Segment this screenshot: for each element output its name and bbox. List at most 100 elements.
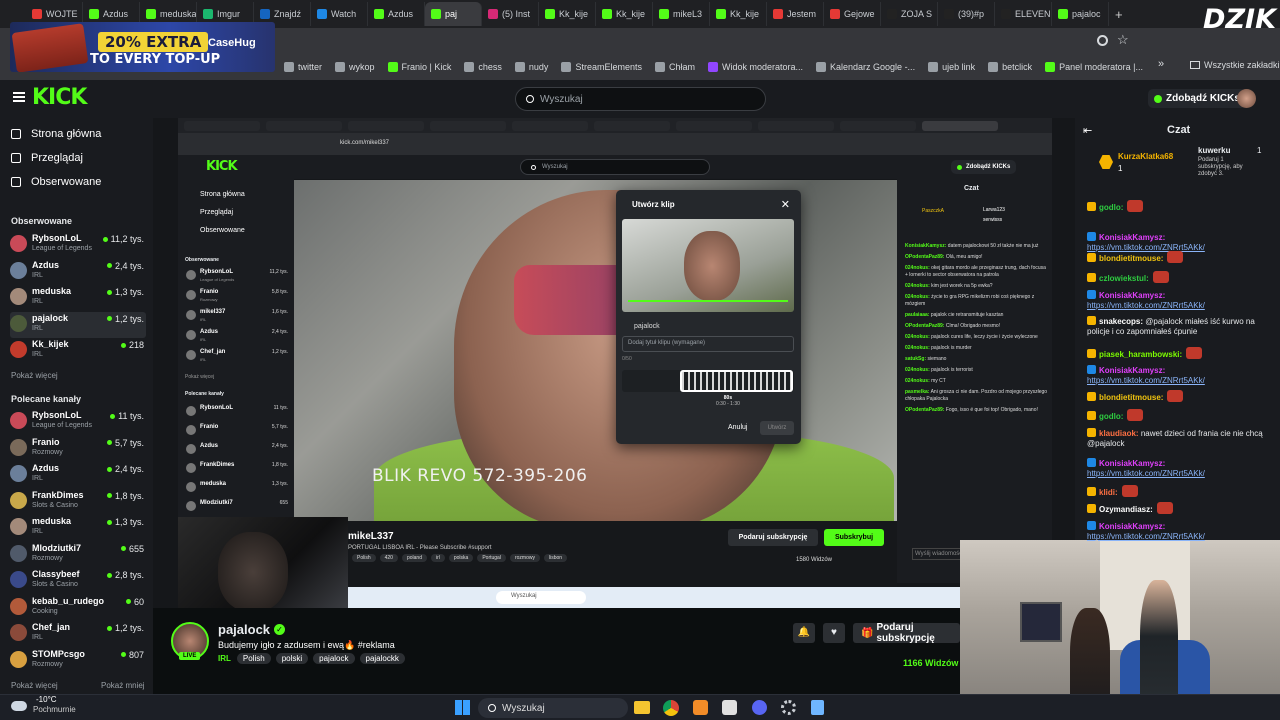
show-less-link[interactable]: Pokaż mniej (101, 681, 145, 690)
browser-tab[interactable]: Kk_kije (539, 2, 596, 26)
channel-item[interactable]: STOMPcsgo Rozmowy 807 (10, 648, 146, 674)
discord-icon[interactable] (752, 700, 767, 715)
star-bookmark-icon[interactable]: ☆ (1117, 32, 1129, 48)
follow-heart-button[interactable]: ♥ (823, 623, 845, 643)
chat-username[interactable]: blondietitmouse: (1099, 254, 1163, 263)
channel-item[interactable]: pajalock IRL 1,2 tys. (10, 311, 146, 338)
clip-preview[interactable] (622, 219, 794, 312)
weather-temp[interactable]: -10°C (36, 695, 57, 704)
chrome-icon[interactable] (663, 700, 679, 716)
bookmark-item[interactable]: Chłam (654, 62, 695, 72)
browser-tab[interactable]: Kk_kije (710, 2, 767, 26)
collapse-chat-icon[interactable]: ⇤ (1083, 124, 1092, 137)
chat-username[interactable]: godlo: (1099, 412, 1123, 421)
stream-tag[interactable]: pajalock (313, 653, 355, 664)
app-icon[interactable] (693, 700, 708, 715)
stream-tag[interactable]: pajalockk (359, 653, 405, 664)
channel-item[interactable]: Azdus IRL 2,4 tys. (10, 462, 146, 488)
close-icon[interactable]: ✕ (781, 198, 790, 211)
bookmark-item[interactable]: StreamElements (561, 62, 642, 72)
avatar[interactable] (1237, 89, 1256, 108)
browser-tab[interactable]: mikeL3 (653, 2, 710, 26)
clip-range-selector[interactable] (680, 370, 793, 392)
chat-link[interactable]: https://vm.tiktok.com/ZNRrt5AKk/ (1087, 532, 1205, 541)
all-bookmarks[interactable]: Wszystkie zakładki (1190, 60, 1280, 70)
new-tab-icon[interactable]: + (1115, 7, 1123, 22)
search-input[interactable]: Wyszukaj (515, 87, 766, 111)
chat-username[interactable]: snakecops: (1099, 317, 1143, 326)
show-more-link[interactable]: Pokaż więcej (11, 371, 58, 380)
channel-item[interactable]: meduska IRL 1,3 tys. (10, 285, 146, 311)
chat-link[interactable]: https://vm.tiktok.com/ZNRrt5AKk/ (1087, 376, 1205, 385)
chat-username[interactable]: Ozymandiasz: (1099, 505, 1153, 514)
chat-link[interactable]: https://vm.tiktok.com/ZNRrt5AKk/ (1087, 469, 1205, 478)
browser-tab[interactable]: ZOJA S (881, 2, 938, 26)
bookmarks-overflow-icon[interactable]: » (1158, 58, 1164, 70)
bookmark-item[interactable]: chess (464, 62, 502, 72)
stream-tag[interactable]: polski (275, 653, 309, 664)
taskbar-search[interactable]: Wyszukaj (478, 698, 628, 718)
channel-item[interactable]: Chef_jan IRL 1,2 tys. (10, 621, 146, 647)
channel-item[interactable]: FrankDimes Slots & Casino 1,8 tys. (10, 489, 146, 515)
clip-title-input[interactable]: Dodaj tytuł klipu (wymagane) (622, 336, 794, 352)
notifications-bell-button[interactable]: 🔔 (793, 623, 815, 643)
kick-logo[interactable]: KICK (32, 85, 87, 110)
app-icon-2[interactable] (722, 700, 737, 715)
channel-item[interactable]: Azdus IRL 2,4 tys. (10, 259, 146, 285)
browser-tab[interactable]: Kk_kije (596, 2, 653, 26)
stream-category[interactable]: IRL (218, 654, 231, 663)
bookmark-item[interactable]: ujeb link (928, 62, 975, 72)
sidebar-nav-0[interactable]: Strona główna (11, 128, 101, 140)
settings-icon[interactable] (781, 700, 796, 715)
channel-item[interactable]: RybsonLoL League of Legends 11 tys. (10, 409, 146, 435)
file-explorer-icon[interactable] (634, 701, 650, 714)
bookmark-item[interactable]: Kalendarz Google -... (816, 62, 915, 72)
windows-start-icon[interactable] (455, 700, 470, 715)
chat-username[interactable]: KonisiakKamysz: (1099, 233, 1165, 242)
chat-username[interactable]: blondietitmouse: (1099, 393, 1163, 402)
show-more-link-2[interactable]: Pokaż więcej (11, 681, 58, 690)
browser-tab[interactable]: Azdus (368, 2, 425, 26)
browser-tab[interactable]: pajaloc (1052, 2, 1109, 26)
bookmark-item[interactable]: Panel moderatora |... (1045, 62, 1143, 72)
browser-tab[interactable]: paj (425, 2, 482, 26)
chat-username[interactable]: KonisiakKamysz: (1099, 291, 1165, 300)
browser-tab[interactable]: Gejowe (824, 2, 881, 26)
bookmark-item[interactable]: Franio | Kick (387, 62, 451, 72)
bookmark-item[interactable]: betclick (988, 62, 1032, 72)
browser-tab[interactable]: (39)#p (938, 2, 995, 26)
channel-item[interactable]: Mlodziutki7 Rozmowy 655 (10, 542, 146, 568)
search-tabs-icon[interactable] (1097, 35, 1108, 46)
bookmark-item[interactable]: nudy (514, 62, 548, 72)
clip-cancel-button[interactable]: Anuluj (728, 424, 747, 431)
chat-link[interactable]: https://vm.tiktok.com/ZNRrt5AKk/ (1087, 301, 1205, 310)
sidebar-nav-2[interactable]: Obserwowane (11, 176, 101, 188)
sidebar-nav-1[interactable]: Przeglądaj (11, 152, 83, 164)
chat-username[interactable]: klidi: (1099, 488, 1118, 497)
channel-item[interactable]: kebab_u_rudego Cooking 60 (10, 595, 146, 621)
gift-subscription-button[interactable]: 🎁 Podaruj subskrypcję (853, 622, 960, 644)
chat-username[interactable]: KonisiakKamysz: (1099, 522, 1165, 531)
bookmark-item[interactable]: twitter (284, 62, 322, 72)
get-kicks-button[interactable]: Zdobądź KICKs (1148, 89, 1246, 108)
streamer-name[interactable]: pajalock (218, 622, 270, 637)
channel-item[interactable]: Kk_kijek IRL 218 (10, 338, 146, 364)
channel-item[interactable]: Franio Rozmowy 5,7 tys. (10, 436, 146, 462)
browser-tab[interactable]: (5) Inst (482, 2, 539, 26)
stream-tag[interactable]: Polish (236, 653, 271, 664)
browser-tab[interactable]: Watch (311, 2, 368, 26)
browser-tab[interactable]: ELEVEN (995, 2, 1052, 26)
notepad-icon[interactable] (811, 700, 824, 715)
clip-progress-bar[interactable] (628, 300, 788, 302)
chat-username[interactable]: KonisiakKamysz: (1099, 366, 1165, 375)
chat-username[interactable]: piasek_harambowski: (1099, 350, 1182, 359)
chat-username[interactable]: KonisiakKamysz: (1099, 459, 1165, 468)
chat-username[interactable]: klaudiaok: (1099, 429, 1139, 438)
chat-username[interactable]: godlo: (1099, 203, 1123, 212)
bookmark-item[interactable]: Widok moderatora... (707, 62, 803, 72)
menu-icon[interactable] (13, 92, 25, 102)
channel-item[interactable]: meduska IRL 1,3 tys. (10, 515, 146, 541)
clip-create-button[interactable]: Utwórz (760, 421, 794, 435)
bookmark-item[interactable]: wykop (335, 62, 375, 72)
chat-username[interactable]: czlowiekstul: (1099, 274, 1149, 283)
